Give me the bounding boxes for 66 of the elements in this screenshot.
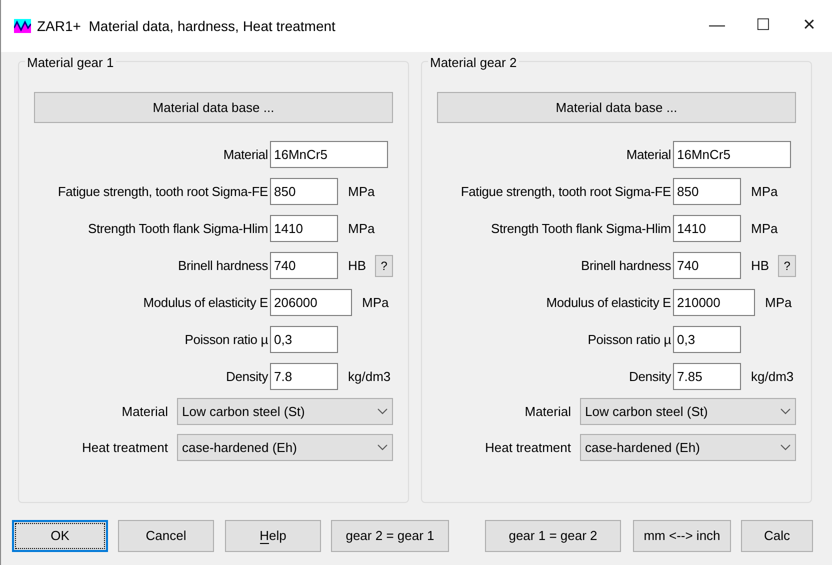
app-icon <box>14 19 31 33</box>
unit-label: MPa <box>348 220 375 238</box>
window-title: ZAR1+ Material data, hardness, Heat treatment <box>37 16 336 36</box>
unit-label: MPa <box>348 182 375 201</box>
dialog-button[interactable]: gear 2 = gear 1 <box>331 520 449 552</box>
input-field[interactable]: 7.8 <box>270 363 338 390</box>
dialog-button[interactable]: Calc <box>741 520 813 552</box>
dropdown[interactable]: Low carbon steel (St) <box>580 398 796 425</box>
unit-label: kg/dm3 <box>348 368 391 386</box>
dropdown-label: Material <box>120 402 169 421</box>
input-field[interactable]: 1410 <box>673 215 741 242</box>
dialog-button[interactable]: Cancel <box>118 520 214 552</box>
maximize-button[interactable]: ☐ <box>740 0 786 52</box>
field-label: Density <box>225 368 270 386</box>
input-field[interactable]: 210000 <box>673 289 755 316</box>
chevron-down-icon <box>780 408 791 415</box>
database-button[interactable]: Material data base ... <box>34 92 393 123</box>
chevron-down-icon <box>780 444 791 451</box>
input-field[interactable]: 1410 <box>270 215 338 242</box>
input-field[interactable]: 16MnCr5 <box>673 141 791 168</box>
database-button[interactable]: Material data base ... <box>437 92 796 123</box>
dialog-button[interactable]: mm <--> inch <box>633 520 731 552</box>
input-field[interactable]: 740 <box>270 252 338 279</box>
field-label: Strength Tooth flank Sigma-Hlim <box>490 220 672 238</box>
chevron-down-icon <box>377 444 388 451</box>
input-field[interactable]: 0,3 <box>270 326 338 353</box>
input-field[interactable]: 7.85 <box>673 363 741 390</box>
minimize-button[interactable]: — <box>694 0 740 52</box>
unit-label: MPa <box>751 220 778 238</box>
field-label: Brinell hardness <box>176 256 269 275</box>
field-label: Brinell hardness <box>580 256 672 275</box>
input-field[interactable]: 740 <box>673 252 741 279</box>
unit-label: HB <box>348 256 366 275</box>
help-button[interactable]: ? <box>375 254 393 276</box>
field-label: Material <box>222 146 269 164</box>
unit-label: MPa <box>362 294 389 312</box>
field-label: Modulus of elasticity E <box>545 294 672 312</box>
close-button[interactable]: ✕ <box>786 0 832 52</box>
input-field[interactable]: 850 <box>673 178 741 205</box>
input-field[interactable]: 850 <box>270 178 338 205</box>
field-label: Material <box>625 146 672 164</box>
unit-label: HB <box>751 256 770 275</box>
field-label: Poisson ratio µ <box>586 330 672 349</box>
dropdown-label: Material <box>524 402 572 421</box>
chevron-down-icon <box>377 408 388 415</box>
input-field[interactable]: 206000 <box>270 289 352 316</box>
dropdown[interactable]: Low carbon steel (St) <box>177 398 393 425</box>
dropdown-label: Heat treatment <box>81 438 169 457</box>
unit-label: MPa <box>765 294 792 312</box>
dialog-button[interactable]: OK <box>12 520 108 552</box>
field-label: Fatigue strength, tooth root Sigma-FE <box>460 182 672 201</box>
field-label: Strength Tooth flank Sigma-Hlim <box>87 220 269 238</box>
dropdown-label: Heat treatment <box>484 438 572 457</box>
field-label: Density <box>628 368 672 386</box>
input-field[interactable]: 16MnCr5 <box>270 141 388 168</box>
input-field[interactable]: 0,3 <box>673 326 741 353</box>
dialog-button[interactable]: gear 1 = gear 2 <box>485 520 621 552</box>
unit-label: MPa <box>751 182 778 201</box>
dropdown[interactable]: case-hardened (Eh) <box>580 434 796 461</box>
unit-label: kg/dm3 <box>751 368 794 386</box>
dialog-button[interactable]: Help <box>225 520 321 552</box>
field-label: Poisson ratio µ <box>184 330 269 349</box>
help-button[interactable]: ? <box>778 254 796 276</box>
field-label: Fatigue strength, tooth root Sigma-FE <box>56 182 269 201</box>
dropdown[interactable]: case-hardened (Eh) <box>177 434 393 461</box>
field-label: Modulus of elasticity E <box>142 294 269 312</box>
